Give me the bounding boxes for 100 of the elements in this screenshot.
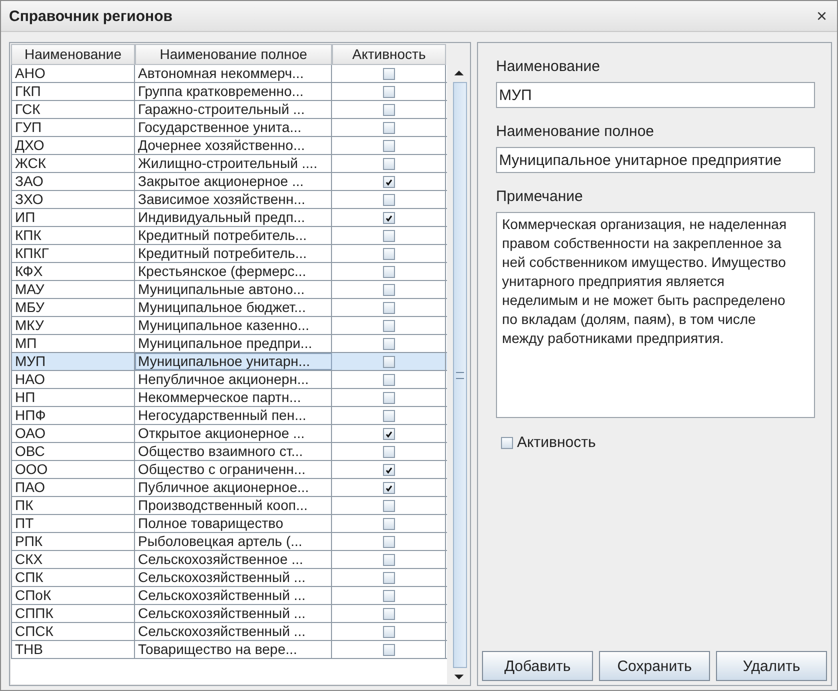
- table-row[interactable]: НП Некоммерческое партн...: [11, 389, 447, 407]
- table-cell: ЗАО: [11, 173, 135, 190]
- table-cell: ОАО: [11, 425, 135, 442]
- checkbox[interactable]: [382, 266, 394, 278]
- table-cell: НПФ: [11, 407, 135, 424]
- checkbox[interactable]: [382, 194, 394, 206]
- checkbox[interactable]: [382, 356, 394, 368]
- table-row[interactable]: ПТ Полное товарищество: [11, 515, 447, 533]
- table-row[interactable]: МУП Муниципальное унитарн...: [11, 353, 447, 371]
- table-row[interactable]: МАУ Муниципальные автоно...: [11, 281, 447, 299]
- text-area[interactable]: Коммерческая организация, не наделенная правом собственности на закрепленное за ней собственником имущество. Имущество унитарного предприятия является неделимым и не может быть распределено по вкладам (долям, паям), в том числе между работниками предприятия.: [496, 212, 815, 418]
- table-cell: Кредитный потребитель...: [135, 245, 332, 262]
- table-row[interactable]: ЗХО Зависимое хозяйственн...: [11, 191, 447, 209]
- table-row[interactable]: ГКП Группа кратковременно...: [11, 83, 447, 101]
- table-row[interactable]: КФХ Крестьянское (фермерс...: [11, 263, 447, 281]
- checkbox[interactable]: [382, 68, 394, 80]
- checkbox[interactable]: [382, 482, 394, 494]
- checkbox[interactable]: [382, 644, 394, 656]
- table-row[interactable]: ПАО Публичное акционерное...: [11, 479, 447, 497]
- checkbox[interactable]: [382, 122, 394, 134]
- field-label: Наименование полное: [496, 123, 656, 140]
- checkbox[interactable]: [382, 104, 394, 116]
- checkbox[interactable]: [382, 320, 394, 332]
- checkbox[interactable]: [382, 374, 394, 386]
- table-row[interactable]: КПК Кредитный потребитель...: [11, 227, 447, 245]
- checkbox[interactable]: [382, 590, 394, 602]
- checkbox[interactable]: [382, 554, 394, 566]
- table-row[interactable]: ТНВ Товарищество на вере...: [11, 641, 447, 659]
- table-cell: ИП: [11, 209, 135, 226]
- checkbox[interactable]: [382, 86, 394, 98]
- table-row[interactable]: МКУ Муниципальное казенно...: [11, 317, 447, 335]
- input-field[interactable]: Муниципальное унитарное предприятие: [496, 147, 815, 173]
- table-row[interactable]: ГСК Гаражно-строительный ...: [11, 101, 447, 119]
- checkbox[interactable]: [382, 248, 394, 260]
- checkbox[interactable]: [382, 572, 394, 584]
- checkbox[interactable]: [382, 518, 394, 530]
- table-row[interactable]: ЖСК Жилищно-строительный ....: [11, 155, 447, 173]
- table-row[interactable]: СППК Сельскохозяйственный ...: [11, 605, 447, 623]
- table-row[interactable]: ДХО Дочернее хозяйственно...: [11, 137, 447, 155]
- table-row[interactable]: ОАО Открытое акционерное ...: [11, 425, 447, 443]
- table-row[interactable]: СПоК Сельскохозяйственный ...: [11, 587, 447, 605]
- table-row[interactable]: СПСК Сельскохозяйственный ...: [11, 623, 447, 641]
- checkbox[interactable]: [382, 428, 394, 440]
- checkbox[interactable]: [382, 464, 394, 476]
- table-row[interactable]: ГУП Государственное унита...: [11, 119, 447, 137]
- table-cell: ЗХО: [11, 191, 135, 208]
- table-cell: Группа кратковременно...: [135, 83, 332, 100]
- table-cell: Муниципальное унитарн...: [135, 353, 332, 370]
- checkbox[interactable]: [382, 338, 394, 350]
- action-button[interactable]: Добавить: [482, 651, 593, 681]
- checkbox[interactable]: [382, 410, 394, 422]
- checkbox[interactable]: [382, 158, 394, 170]
- table-cell: ГСК: [11, 101, 135, 118]
- table-cell: Закрытое акционерное ...: [135, 173, 332, 190]
- checkbox[interactable]: [382, 536, 394, 548]
- table-row[interactable]: КПКГ Кредитный потребитель...: [11, 245, 447, 263]
- table-cell: Сельскохозяйственный ...: [135, 569, 332, 586]
- checkbox[interactable]: [382, 212, 394, 224]
- scroll-thumb[interactable]: [453, 82, 467, 668]
- checkbox-label: Активность: [517, 434, 596, 451]
- checkbox[interactable]: [382, 446, 394, 458]
- checkbox[interactable]: [382, 176, 394, 188]
- table-row[interactable]: ОВС Общество взаимного ст...: [11, 443, 447, 461]
- table-row[interactable]: МБУ Муниципальное бюджет...: [11, 299, 447, 317]
- table-cell: МП: [11, 335, 135, 352]
- table-row[interactable]: НПФ Негосударственный пен...: [11, 407, 447, 425]
- table-cell: РПК: [11, 533, 135, 550]
- checkbox[interactable]: [382, 608, 394, 620]
- table-cell: СПоК: [11, 587, 135, 604]
- action-button[interactable]: Удалить: [716, 651, 827, 681]
- checkbox[interactable]: [382, 140, 394, 152]
- table-cell: Полное товарищество: [135, 515, 332, 532]
- table-row[interactable]: ООО Общество с ограниченн...: [11, 461, 447, 479]
- table-row[interactable]: СПК Сельскохозяйственный ...: [11, 569, 447, 587]
- table-row[interactable]: НАО Непубличное акционерн...: [11, 371, 447, 389]
- column-header[interactable]: Наименование: [11, 44, 135, 65]
- table-row[interactable]: СКХ Сельскохозяйственное ...: [11, 551, 447, 569]
- table-cell: МАУ: [11, 281, 135, 298]
- table-row[interactable]: ИП Индивидуальный предп...: [11, 209, 447, 227]
- column-header[interactable]: Наименование полное: [135, 44, 332, 65]
- checkbox[interactable]: [382, 230, 394, 242]
- table-row[interactable]: ПК Производственный кооп...: [11, 497, 447, 515]
- table-cell: ПТ: [11, 515, 135, 532]
- table-cell: ГУП: [11, 119, 135, 136]
- table-row[interactable]: ЗАО Закрытое акционерное ...: [11, 173, 447, 191]
- table-row[interactable]: РПК Рыболовецкая артель (...: [11, 533, 447, 551]
- table-cell: ГКП: [11, 83, 135, 100]
- checkbox[interactable]: [382, 500, 394, 512]
- table-row[interactable]: АНО Автономная некоммерч...: [11, 65, 447, 83]
- checkbox[interactable]: [382, 626, 394, 638]
- action-button[interactable]: Сохранить: [599, 651, 710, 681]
- input-field[interactable]: МУП: [496, 82, 815, 108]
- table-cell: Государственное унита...: [135, 119, 332, 136]
- checkbox[interactable]: [501, 436, 513, 448]
- table-cell: Производственный кооп...: [135, 497, 332, 514]
- checkbox[interactable]: [382, 284, 394, 296]
- checkbox[interactable]: [382, 392, 394, 404]
- close-button[interactable]: ×: [812, 7, 831, 25]
- checkbox[interactable]: [382, 302, 394, 314]
- column-header[interactable]: Активность: [332, 44, 446, 65]
